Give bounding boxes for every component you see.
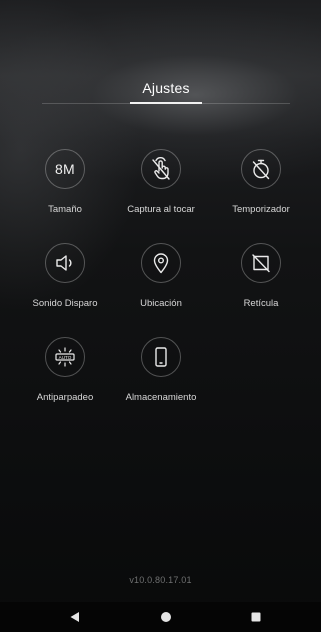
setting-timer[interactable]: Temporizador bbox=[206, 149, 316, 229]
shutter-sound-icon[interactable] bbox=[45, 243, 85, 283]
setting-timer-label: Temporizador bbox=[232, 204, 290, 215]
header-divider-right bbox=[202, 103, 290, 104]
phone-storage-icon[interactable] bbox=[141, 337, 181, 377]
size-value-text: 8M bbox=[54, 161, 76, 177]
setting-size[interactable]: 8M Tamaño bbox=[10, 149, 120, 229]
header-divider-left bbox=[42, 103, 130, 104]
size-8m-icon[interactable]: 8M bbox=[45, 149, 85, 189]
settings-header: Ajustes bbox=[0, 80, 321, 106]
setting-anti-flicker[interactable]: AUTO Antiparpadeo bbox=[10, 337, 120, 417]
setting-grid-label: Retícula bbox=[243, 298, 279, 309]
setting-touch-capture-label: Captura al tocar bbox=[127, 204, 195, 215]
setting-shutter-sound[interactable]: Sonido Disparo bbox=[10, 243, 120, 323]
setting-size-label: Tamaño bbox=[48, 204, 82, 215]
setting-storage[interactable]: Almacenamiento bbox=[106, 337, 216, 417]
camera-settings-screen: Ajustes 8M Tamaño Captura al tocar Tempo… bbox=[0, 0, 321, 632]
home-circle-icon[interactable] bbox=[151, 607, 181, 627]
setting-location-label: Ubicación bbox=[140, 298, 182, 309]
touch-capture-disabled-icon[interactable] bbox=[141, 149, 181, 189]
setting-storage-label: Almacenamiento bbox=[125, 392, 197, 403]
page-title: Ajustes bbox=[142, 80, 190, 96]
timer-disabled-icon[interactable] bbox=[241, 149, 281, 189]
setting-location[interactable]: Ubicación bbox=[106, 243, 216, 323]
anti-flicker-auto-icon[interactable]: AUTO bbox=[45, 337, 85, 377]
setting-touch-capture[interactable]: Captura al tocar bbox=[106, 149, 216, 229]
back-triangle-icon[interactable] bbox=[60, 607, 90, 627]
setting-anti-flicker-label: Antiparpadeo bbox=[36, 392, 94, 403]
title-underline bbox=[130, 102, 202, 104]
anti-flicker-auto-text: AUTO bbox=[59, 355, 72, 360]
setting-shutter-sound-label: Sonido Disparo bbox=[32, 298, 98, 309]
recents-square-icon[interactable] bbox=[241, 607, 271, 627]
app-version: v10.0.80.17.01 bbox=[129, 575, 192, 585]
system-navigation-bar bbox=[0, 602, 321, 632]
grid-disabled-icon[interactable] bbox=[241, 243, 281, 283]
location-pin-icon[interactable] bbox=[141, 243, 181, 283]
setting-grid[interactable]: Retícula bbox=[206, 243, 316, 323]
